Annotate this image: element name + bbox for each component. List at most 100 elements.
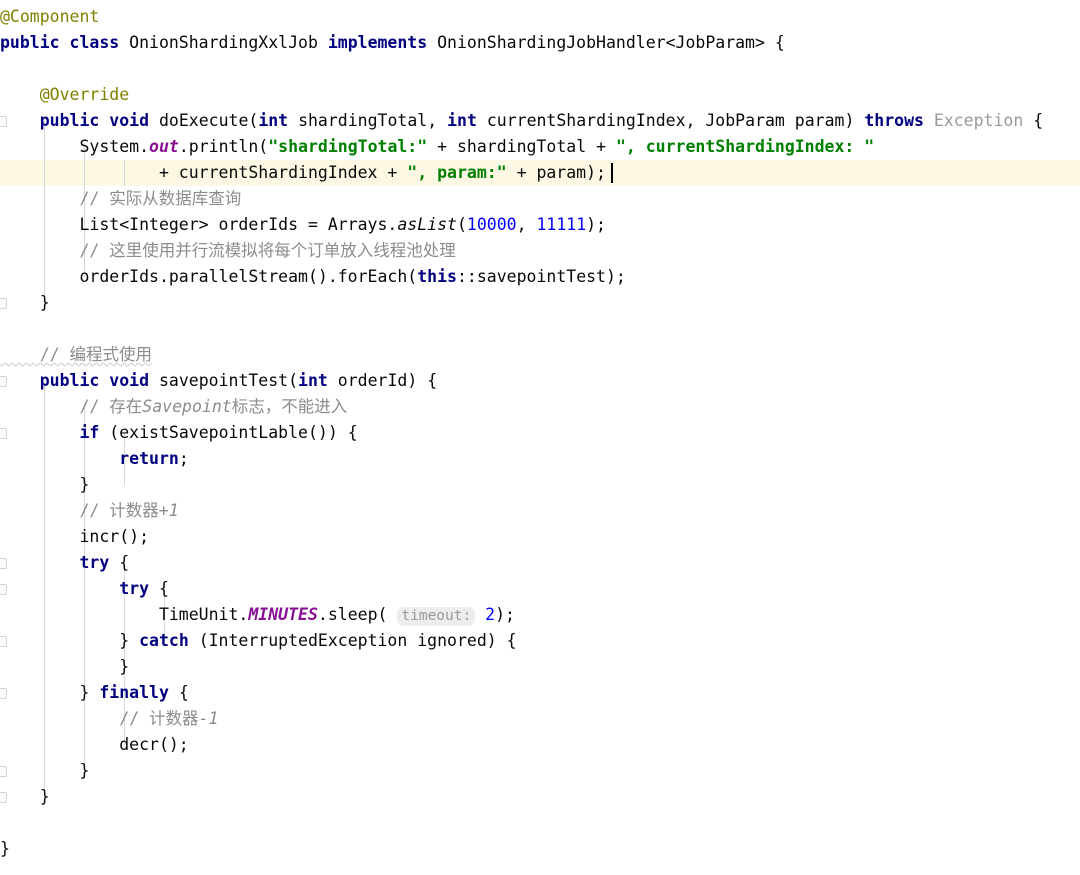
code-line[interactable]: // 这里使用并行流模拟将每个订单放入线程池处理 — [0, 238, 1080, 264]
code-token-kw: catch — [139, 631, 199, 650]
code-token-plain: OnionShardingJobHandler<JobParam> { — [437, 33, 785, 52]
code-token-plain: decr(); — [0, 735, 189, 754]
code-token-kw: implements — [327, 33, 438, 52]
code-line[interactable]: public class OnionShardingXxlJob impleme… — [0, 30, 1080, 56]
code-line[interactable]: decr(); — [0, 732, 1080, 758]
code-line[interactable]: } finally { — [0, 680, 1080, 706]
code-token-plain: ); — [586, 215, 606, 234]
code-token-kw: public void — [39, 371, 159, 390]
code-token-kw: this — [417, 267, 457, 286]
code-token-cmt-i: +1 — [158, 501, 179, 520]
code-line[interactable]: return; — [0, 446, 1080, 472]
code-token-sm: asList — [397, 215, 457, 234]
code-token-plain: } — [0, 787, 50, 806]
code-line[interactable]: try { — [0, 550, 1080, 576]
code-token-kw: public class — [0, 33, 130, 52]
code-token-plain: ::savepointTest); — [456, 267, 626, 286]
code-line[interactable] — [0, 810, 1080, 836]
code-token-cmt-i: Savepoint — [142, 397, 232, 416]
code-token-plain: { — [1033, 111, 1044, 130]
code-line[interactable]: } — [0, 784, 1080, 810]
code-token-cmt-i: -1 — [198, 709, 219, 728]
code-line[interactable] — [0, 56, 1080, 82]
code-token-plain: System. — [0, 137, 150, 156]
code-token-kw: int — [298, 371, 338, 390]
code-token-plain: orderId) { — [337, 371, 438, 390]
code-line[interactable]: if (existSavepointLable()) { — [0, 420, 1080, 446]
code-token-cmt: // 实际从数据库查询 — [0, 189, 242, 208]
code-token-plain: + currentShardingIndex + — [0, 163, 408, 182]
code-token-kw: try — [79, 553, 120, 572]
code-line[interactable]: @Component — [0, 4, 1080, 30]
code-line[interactable]: + currentShardingIndex + ", param:" + pa… — [0, 160, 1080, 186]
code-token-phint: timeout: — [397, 607, 476, 626]
code-token-plain: { — [178, 683, 189, 702]
code-token-kw: try — [119, 579, 159, 598]
code-line[interactable]: } — [0, 836, 1080, 862]
code-token-plain: doExecute( — [158, 111, 259, 130]
code-token-kw: finally — [99, 683, 179, 702]
code-token-plain: (existSavepointLable()) { — [109, 423, 358, 442]
code-token-plain: TimeUnit. — [0, 605, 249, 624]
code-editor[interactable]: @Component public class OnionShardingXxlJ… — [0, 0, 1080, 875]
code-token-kw: if — [79, 423, 110, 442]
code-line[interactable]: public void savepointTest(int orderId) { — [0, 368, 1080, 394]
code-line[interactable]: TimeUnit.MINUTES.sleep( timeout: 2); — [0, 602, 1080, 628]
code-token-cmt: // 计数器 — [0, 501, 159, 520]
code-line[interactable]: } — [0, 654, 1080, 680]
code-token-kw: int — [258, 111, 299, 130]
code-token-kw: public void — [39, 111, 159, 130]
code-line[interactable] — [0, 316, 1080, 342]
code-line[interactable]: // 计数器+1 — [0, 498, 1080, 524]
code-line[interactable]: try { — [0, 576, 1080, 602]
code-token-plain: { — [158, 579, 169, 598]
code-line[interactable]: incr(); — [0, 524, 1080, 550]
code-token-plain: + shardingTotal + — [427, 137, 616, 156]
code-line[interactable]: } — [0, 758, 1080, 784]
code-token-plain: ); — [495, 605, 515, 624]
code-token-plain: } — [0, 293, 50, 312]
code-line[interactable]: @Override — [0, 82, 1080, 108]
code-line[interactable]: System.out.println("shardingTotal:" + sh… — [0, 134, 1080, 160]
code-token-plain: .sleep( — [317, 605, 398, 624]
code-line[interactable]: } — [0, 472, 1080, 498]
code-token-stat: MINUTES — [248, 605, 318, 624]
code-token-dim: Exception — [933, 111, 1034, 130]
code-line[interactable]: List<Integer> orderIds = Arrays.asList(1… — [0, 212, 1080, 238]
code-token-kw: throws — [864, 111, 934, 130]
code-line[interactable]: // 编程式使用 — [0, 342, 1080, 368]
code-token-plain: savepointTest( — [158, 371, 299, 390]
code-token-plain: } — [0, 761, 90, 780]
code-line[interactable]: // 存在Savepoint标志，不能进入 — [0, 394, 1080, 420]
code-token-stat: out — [149, 137, 179, 156]
code-token-str: ", currentShardingIndex: " — [615, 137, 875, 156]
code-token-plain: ( — [456, 215, 467, 234]
code-line[interactable]: orderIds.parallelStream().forEach(this::… — [0, 264, 1080, 290]
code-token-plain: { — [119, 553, 130, 572]
code-line[interactable]: public void doExecute(int shardingTotal,… — [0, 108, 1080, 134]
code-token-num: 11111 — [536, 215, 587, 234]
code-token-plain: currentShardingIndex, JobParam param) — [486, 111, 865, 130]
code-token-cmt: // 计数器 — [0, 709, 199, 728]
code-token-str: ", param:" — [407, 163, 507, 182]
code-token-plain: (InterruptedException ignored) { — [198, 631, 517, 650]
code-token-plain: } — [0, 683, 100, 702]
code-line[interactable]: // 计数器-1 — [0, 706, 1080, 732]
code-token-plain: incr(); — [0, 527, 150, 546]
code-token-kw: return — [119, 449, 179, 468]
code-token-plain: } — [0, 475, 90, 494]
code-token-plain: } — [0, 631, 140, 650]
text-caret — [611, 163, 613, 183]
code-token-cmt: // 这里使用并行流模拟将每个订单放入线程池处理 — [0, 241, 456, 260]
code-line[interactable]: } — [0, 290, 1080, 316]
code-line[interactable]: // 实际从数据库查询 — [0, 186, 1080, 212]
code-token-plain: orderIds.parallelStream().forEach( — [0, 267, 418, 286]
code-token-cmt: // 编程式使用 — [0, 345, 153, 364]
code-line[interactable]: } catch (InterruptedException ignored) { — [0, 628, 1080, 654]
